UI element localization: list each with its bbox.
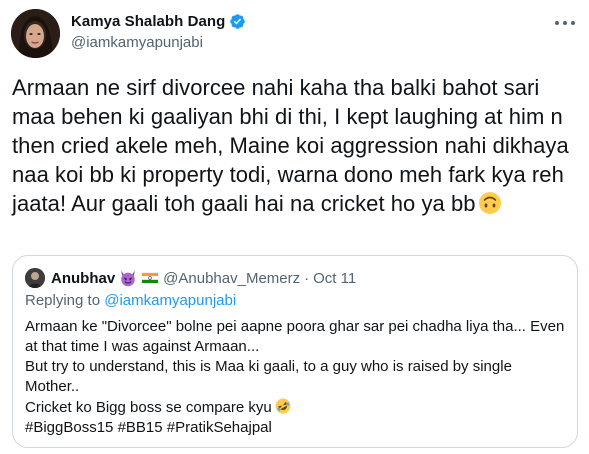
quoted-tweet[interactable]: Anubhav @Anubhav_Memerz · Oct 11 Replyin… — [12, 255, 578, 448]
quoted-text-line: Cricket ko Bigg boss se compare kyu — [25, 399, 272, 416]
quoted-text-line-with-emoji: Cricket ko Bigg boss se compare kyu — [25, 397, 565, 418]
separator-dot: · — [304, 269, 310, 287]
author-display-name[interactable]: Kamya Shalabh Dang — [71, 13, 225, 30]
smiling-imp-emoji-icon — [119, 269, 137, 287]
hashtags[interactable]: #BiggBoss15 #BB15 #PratikSehajpal — [25, 418, 565, 438]
quoted-text-line: at that time I was against Armaan... — [25, 338, 260, 355]
author-handle[interactable]: @iamkamyapunjabi — [71, 34, 203, 51]
quoted-author-avatar[interactable] — [25, 268, 45, 288]
india-flag-emoji-icon — [141, 269, 159, 287]
upside-down-face-emoji-icon — [478, 191, 502, 215]
tweet-text: Armaan ne sirf divorcee nahi kaha tha ba… — [12, 73, 578, 218]
quoted-text-line: But try to understand, this is Maa ki ga… — [25, 358, 512, 375]
quoted-author-handle[interactable]: @Anubhav_Memerz — [163, 270, 300, 287]
quoted-text-line: Armaan ke "Divorcee" bolne pei aapne poo… — [25, 318, 565, 335]
rolling-on-floor-laughing-emoji-icon — [274, 397, 292, 415]
quoted-text-line: Mother.. — [25, 378, 80, 395]
verified-badge-icon — [229, 13, 246, 30]
author-avatar[interactable] — [11, 9, 60, 58]
replying-to: Replying to @iamkamyapunjabi — [25, 292, 236, 309]
quoted-author-display-name[interactable]: Anubhav — [51, 270, 115, 287]
tweet-card: Kamya Shalabh Dang @iamkamyapunjabi Arma… — [0, 0, 589, 454]
more-options-icon[interactable] — [555, 14, 575, 32]
quoted-tweet-text: Armaan ke "Divorcee" bolne pei aapne poo… — [25, 317, 565, 438]
quoted-tweet-date[interactable]: Oct 11 — [313, 270, 356, 287]
replying-to-handle-link[interactable]: @iamkamyapunjabi — [104, 292, 236, 309]
replying-to-label: Replying to — [25, 292, 101, 309]
